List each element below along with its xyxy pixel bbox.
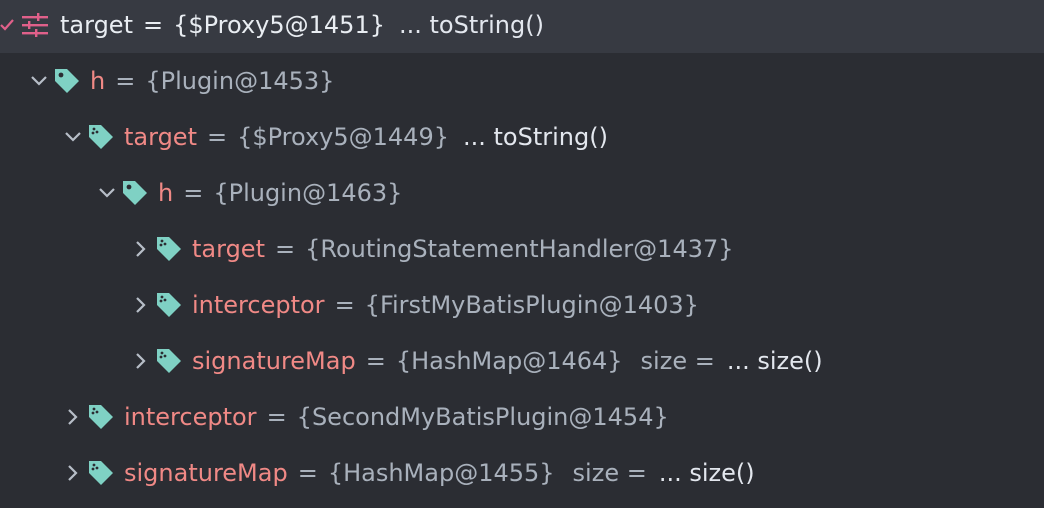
chevron-right-icon[interactable] [62, 462, 84, 484]
field-value: {HashMap@1455} [327, 459, 555, 487]
field-name: signatureMap [124, 459, 288, 487]
field-name: h [90, 67, 106, 95]
field-value: {SecondMyBatisPlugin@1454} [296, 403, 669, 431]
chevron-right-icon[interactable] [130, 294, 152, 316]
field-tag-icon [154, 234, 184, 264]
field-name: target [192, 235, 265, 263]
field-name: h [158, 179, 174, 207]
chevron-down-icon[interactable] [62, 126, 84, 148]
size-link[interactable]: ... size() [727, 347, 823, 375]
tree-row-root[interactable]: target = {$Proxy5@1451} ... toString() [0, 0, 1044, 53]
field-tag-icon [86, 402, 116, 432]
field-tag-icon [86, 122, 116, 152]
tree-row[interactable]: interceptor = {FirstMyBatisPlugin@1403} [0, 277, 1044, 333]
field-value: {FirstMyBatisPlugin@1403} [364, 291, 699, 319]
equals-sign: = [115, 67, 136, 95]
field-value: {Plugin@1453} [145, 67, 335, 95]
size-label: size = [640, 347, 715, 375]
equals-sign: = [365, 347, 386, 375]
equals-sign: = [266, 403, 287, 431]
tree-row[interactable]: target = {$Proxy5@1449} ... toString() [0, 109, 1044, 165]
field-name: interceptor [192, 291, 325, 319]
chevron-right-icon[interactable] [62, 406, 84, 428]
equals-sign: = [206, 123, 228, 151]
size-link[interactable]: ... size() [659, 459, 755, 487]
field-tag-icon [154, 346, 184, 376]
checkmark-icon [0, 18, 18, 32]
field-tag-icon [86, 458, 116, 488]
equals-sign: = [297, 459, 318, 487]
tree-row[interactable]: interceptor = {SecondMyBatisPlugin@1454} [0, 389, 1044, 445]
equals-sign: = [183, 179, 204, 207]
to-string-link[interactable]: ... toString() [463, 123, 608, 151]
field-name: target [60, 11, 133, 39]
watch-settings-icon [22, 13, 48, 37]
chevron-right-icon[interactable] [130, 238, 152, 260]
tree-row[interactable]: h = {Plugin@1453} [0, 53, 1044, 109]
size-label: size = [572, 459, 647, 487]
chevron-down-icon[interactable] [28, 70, 50, 92]
field-name: signatureMap [192, 347, 356, 375]
variables-tree: target = {$Proxy5@1451} ... toString() h… [0, 0, 1044, 508]
field-value: {RoutingStatementHandler@1437} [305, 235, 734, 263]
equals-sign: = [334, 291, 355, 319]
field-value: {$Proxy5@1449} [237, 123, 449, 151]
field-value: {$Proxy5@1451} [173, 11, 385, 39]
field-tag-icon [120, 178, 150, 208]
chevron-down-icon[interactable] [96, 182, 118, 204]
equals-sign: = [274, 235, 296, 263]
tree-row[interactable]: h = {Plugin@1463} [0, 165, 1044, 221]
tree-row[interactable]: signatureMap = {HashMap@1455} size = ...… [0, 445, 1044, 501]
field-tag-icon [154, 290, 184, 320]
tree-row[interactable]: target = {RoutingStatementHandler@1437} [0, 221, 1044, 277]
equals-sign: = [142, 11, 164, 39]
field-value: {HashMap@1464} [395, 347, 623, 375]
to-string-link[interactable]: ... toString() [399, 11, 544, 39]
chevron-right-icon[interactable] [130, 350, 152, 372]
field-name: interceptor [124, 403, 257, 431]
field-value: {Plugin@1463} [213, 179, 403, 207]
field-tag-icon [52, 66, 82, 96]
tree-row[interactable]: signatureMap = {HashMap@1464} size = ...… [0, 333, 1044, 389]
field-name: target [124, 123, 197, 151]
